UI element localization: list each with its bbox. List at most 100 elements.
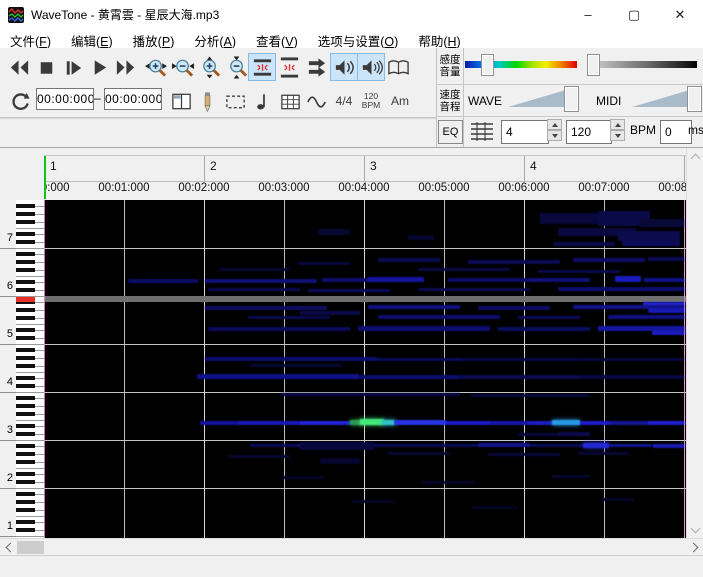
note-expand-button[interactable] [275, 53, 303, 81]
note-tool[interactable] [251, 87, 275, 115]
play-button[interactable] [85, 53, 113, 81]
spectral-streak [653, 444, 686, 448]
spectral-streak [408, 235, 434, 240]
horizontal-scroll-thumb[interactable] [17, 541, 44, 554]
black-key[interactable] [16, 232, 35, 236]
key-divider [16, 248, 44, 249]
black-key[interactable] [16, 220, 35, 224]
spectral-streak [618, 231, 680, 241]
spectral-streak [528, 278, 590, 282]
minimize-button[interactable]: – [565, 0, 611, 30]
eq-button[interactable]: EQ [438, 120, 463, 144]
black-key[interactable] [16, 432, 35, 436]
black-key[interactable] [16, 528, 35, 532]
black-key[interactable] [16, 492, 35, 496]
spectral-streak [478, 443, 530, 447]
zoom-in-horizontal-button[interactable] [142, 53, 170, 81]
rewind-button[interactable] [5, 53, 33, 81]
black-key[interactable] [16, 376, 35, 380]
maximize-button[interactable]: ▢ [611, 0, 657, 30]
time-ruler[interactable]: 00:00:00000:01:00000:02:00000:03:00000:0… [44, 181, 686, 199]
black-key[interactable] [16, 268, 35, 272]
black-key[interactable] [16, 240, 35, 244]
measure-ruler[interactable]: 1234 [44, 155, 686, 182]
black-key[interactable] [16, 412, 35, 416]
spectral-streak [615, 276, 641, 282]
selected-piano-key-A#5[interactable] [16, 297, 35, 302]
black-key[interactable] [16, 480, 35, 484]
scroll-right-button[interactable] [686, 539, 703, 556]
beats-per-measure-input[interactable] [501, 120, 549, 144]
midi-output-button[interactable] [357, 53, 385, 81]
key-display[interactable]: Am [387, 87, 413, 115]
black-key[interactable] [16, 364, 35, 368]
tempo-spinner[interactable] [610, 119, 625, 141]
black-key[interactable] [16, 452, 35, 456]
zoom-out-vertical-button[interactable] [223, 53, 251, 81]
waveform-view[interactable] [304, 87, 330, 115]
black-key[interactable] [16, 508, 35, 512]
black-key[interactable] [16, 356, 35, 360]
split-view[interactable] [167, 87, 195, 115]
zoom-in-vertical-button[interactable] [196, 53, 224, 81]
vertical-scrollbar[interactable] [686, 148, 703, 538]
stop-button[interactable] [32, 53, 60, 81]
black-key[interactable] [16, 500, 35, 504]
timeline-ruler[interactable]: 1234 00:00:00000:01:00000:02:00000:03:00… [0, 148, 703, 201]
sensitivity-slider-thumb[interactable] [481, 54, 494, 76]
scroll-left-button[interactable] [0, 539, 17, 556]
spectral-streak [388, 452, 450, 455]
time-to-field[interactable] [104, 88, 162, 110]
black-key[interactable] [16, 472, 35, 476]
step-play-button[interactable] [59, 53, 87, 81]
black-key[interactable] [16, 204, 35, 208]
black-key[interactable] [16, 396, 35, 400]
black-key[interactable] [16, 336, 35, 340]
tempo-input[interactable] [566, 120, 612, 144]
midi-volume-thumb[interactable] [687, 86, 702, 112]
spectrogram-canvas[interactable] [44, 200, 686, 538]
black-key[interactable] [16, 212, 35, 216]
key-divider [35, 270, 44, 271]
scroll-up-button[interactable] [687, 148, 703, 165]
zoom-out-horizontal-button[interactable] [169, 53, 197, 81]
tempo-display[interactable]: 120BPM [357, 87, 385, 115]
black-key[interactable] [16, 424, 35, 428]
black-key[interactable] [16, 308, 35, 312]
title-bar[interactable]: WaveTone - 黄霄雲 - 星辰大海.mp3 – ▢ ✕ [0, 0, 703, 30]
key-divider [35, 206, 44, 207]
loop[interactable] [6, 87, 34, 115]
scroll-down-button[interactable] [687, 521, 703, 538]
note-table[interactable] [276, 87, 304, 115]
black-key[interactable] [16, 444, 35, 448]
note-compress-button[interactable] [248, 53, 276, 81]
pencil-tool[interactable] [195, 87, 219, 115]
black-key[interactable] [16, 280, 35, 284]
black-key[interactable] [16, 252, 35, 256]
key-divider [35, 398, 44, 399]
black-key[interactable] [16, 328, 35, 332]
volume-slider-thumb[interactable] [587, 54, 600, 76]
piano-keyboard[interactable] [16, 200, 45, 538]
score-book-button[interactable] [384, 53, 412, 81]
black-key[interactable] [16, 384, 35, 388]
horizontal-scrollbar[interactable] [0, 538, 703, 556]
selection-tool[interactable] [221, 87, 249, 115]
black-key[interactable] [16, 348, 35, 352]
time-signature[interactable]: 4/4 [331, 87, 357, 115]
black-key[interactable] [16, 316, 35, 320]
black-key[interactable] [16, 288, 35, 292]
volume-slider[interactable] [587, 61, 697, 68]
black-key[interactable] [16, 404, 35, 408]
octave-divider [0, 536, 16, 537]
black-key[interactable] [16, 260, 35, 264]
transfer-button[interactable] [303, 53, 331, 81]
black-key[interactable] [16, 460, 35, 464]
time-from-field[interactable] [36, 88, 94, 110]
wave-output-button[interactable] [330, 53, 358, 81]
black-key[interactable] [16, 520, 35, 524]
beats-spinner[interactable] [547, 119, 562, 141]
close-button[interactable]: ✕ [657, 0, 703, 30]
wave-volume-thumb[interactable] [564, 86, 579, 112]
fast-forward-button[interactable] [111, 53, 139, 81]
